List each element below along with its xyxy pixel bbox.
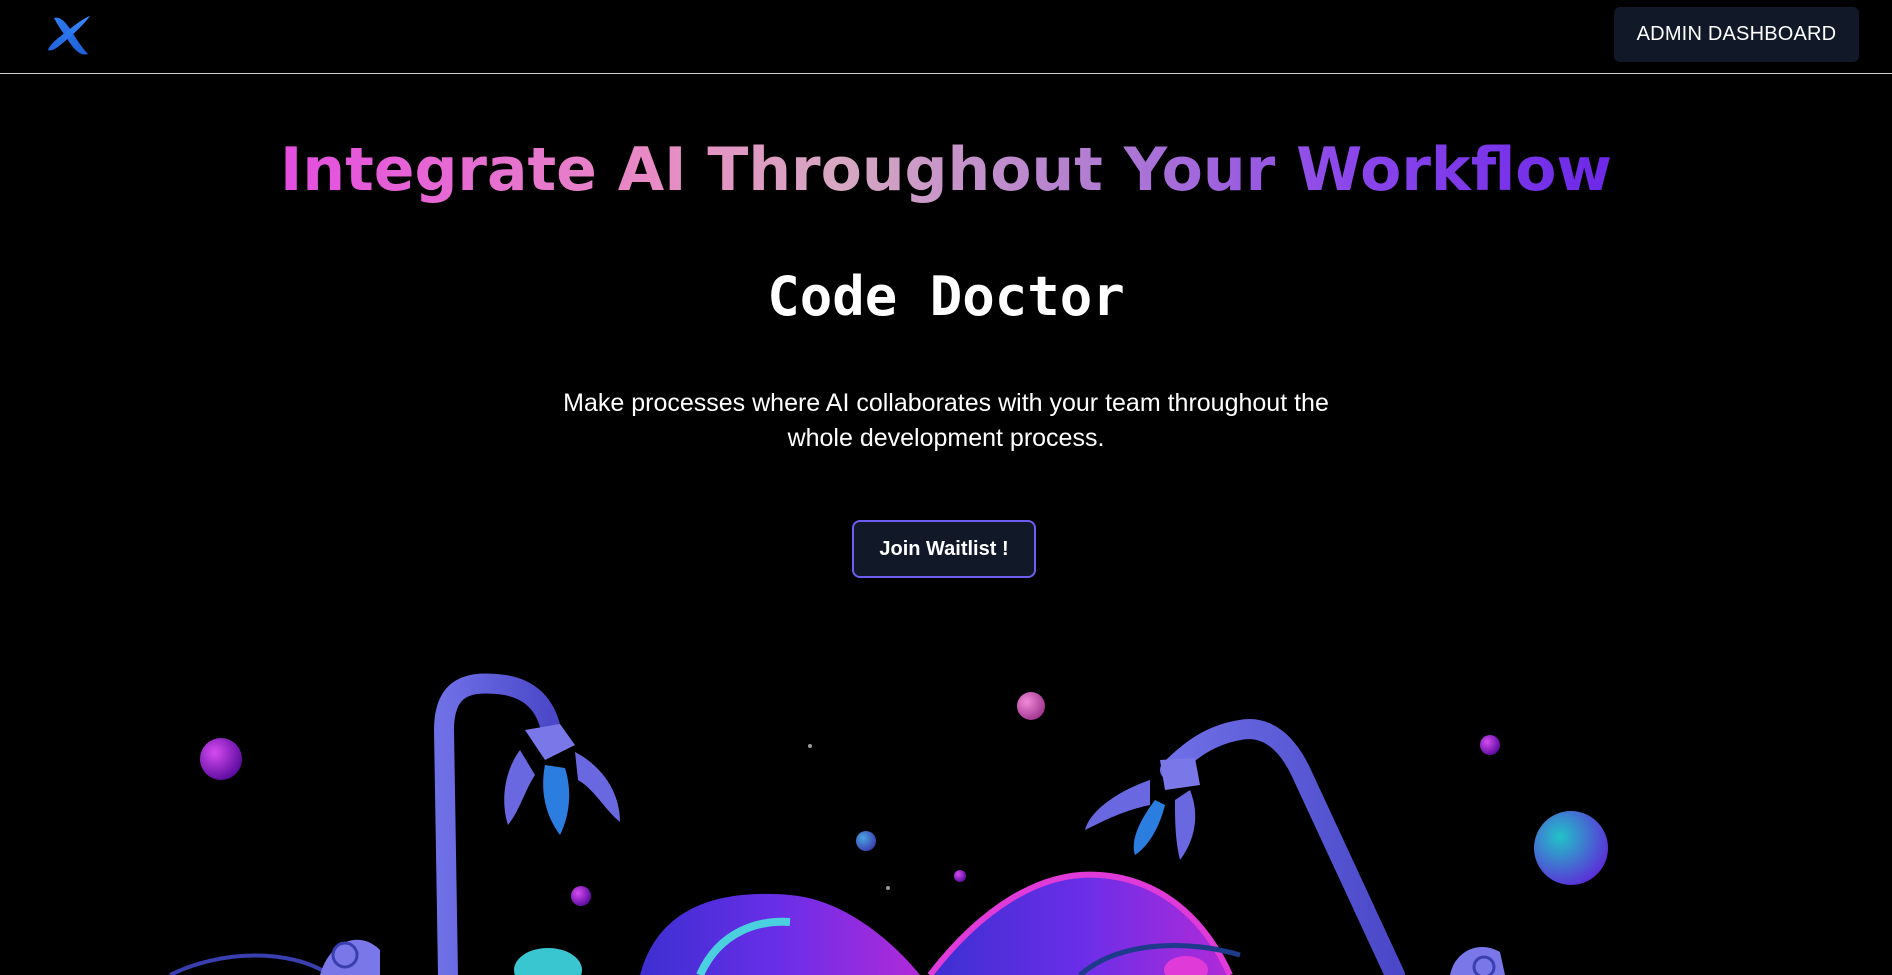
landing-page: ADMIN DASHBOARD Integrate AI Throughout … bbox=[0, 0, 1892, 975]
hero-headline-text: Integrate AI Throughout Your Workflow bbox=[280, 135, 1612, 205]
top-navbar: ADMIN DASHBOARD bbox=[0, 0, 1892, 74]
product-title: Code Doctor bbox=[767, 265, 1125, 328]
hero-headline: Integrate AI Throughout Your Workflow bbox=[0, 130, 1892, 210]
join-waitlist-button[interactable]: Join Waitlist ! bbox=[852, 520, 1036, 578]
x-logo-icon[interactable] bbox=[44, 12, 98, 58]
hero-description: Make processes where AI collaborates wit… bbox=[563, 389, 1329, 452]
admin-dashboard-button[interactable]: ADMIN DASHBOARD bbox=[1614, 7, 1859, 62]
robot-arms-illustration bbox=[0, 640, 1892, 975]
